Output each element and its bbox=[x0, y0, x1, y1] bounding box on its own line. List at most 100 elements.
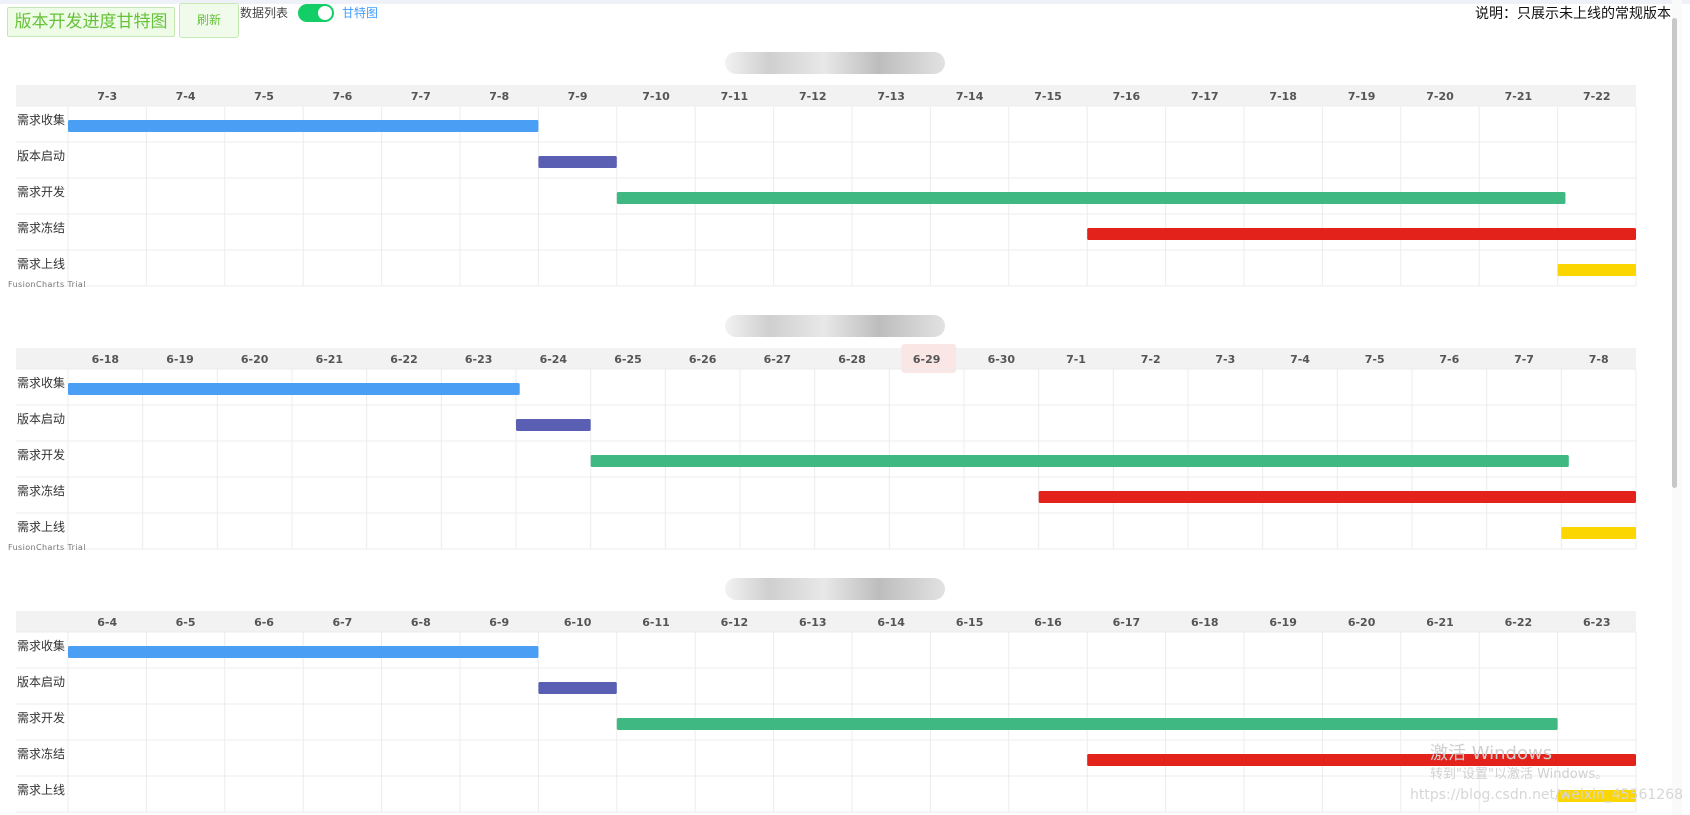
gantt-chart-3-svg: 6-4 6-5 6-6 6-7 6-8 6-9 6-10 6-11 6-12 6-13 6-14 6-… bbox=[16, 611, 1637, 813]
date-tick-label: 6-18 bbox=[1191, 616, 1219, 629]
date-tick-label: 7-17 bbox=[1191, 90, 1219, 103]
date-tick-label: 6-4 bbox=[97, 616, 117, 629]
task-label: 需求开发 bbox=[17, 184, 65, 199]
date-tick-label: 6-24 bbox=[540, 353, 568, 366]
gantt-chart-1-svg: 7-3 7-4 7-5 7-6 7-7 7-8 7-9 7-10 7-11 7-12 7-13 7-1… bbox=[16, 85, 1637, 287]
task-bar bbox=[616, 718, 1558, 730]
task-bar bbox=[1038, 491, 1636, 503]
date-tick-label: 6-23 bbox=[1583, 616, 1611, 629]
task-bar bbox=[68, 120, 539, 132]
trial-watermark: FusionCharts Trial bbox=[8, 543, 86, 552]
date-tick-label: 7-8 bbox=[1589, 353, 1609, 366]
toggle-knob bbox=[318, 6, 332, 20]
date-tick-label: 6-23 bbox=[465, 353, 493, 366]
date-tick-label: 6-26 bbox=[689, 353, 717, 366]
date-tick-label: 6-14 bbox=[877, 616, 905, 629]
date-tick-label: 6-22 bbox=[390, 353, 418, 366]
date-tick-label: 7-3 bbox=[1215, 353, 1235, 366]
date-tick-label: 6-12 bbox=[721, 616, 749, 629]
date-tick-label: 7-1 bbox=[1066, 353, 1086, 366]
date-tick-label: 7-8 bbox=[489, 90, 509, 103]
date-tick-label: 6-10 bbox=[564, 616, 592, 629]
date-tick-label: 6-30 bbox=[988, 353, 1016, 366]
task-label: 需求冻结 bbox=[17, 220, 65, 235]
task-bar bbox=[1557, 264, 1636, 276]
task-bar bbox=[538, 682, 617, 694]
date-tick-label: 7-3 bbox=[97, 90, 117, 103]
date-tick-label: 7-7 bbox=[1514, 353, 1534, 366]
task-label: 需求收集 bbox=[17, 375, 65, 390]
task-label: 需求冻结 bbox=[17, 746, 65, 761]
date-tick-label: 6-6 bbox=[254, 616, 274, 629]
date-tick-label: 7-20 bbox=[1426, 90, 1454, 103]
source-url-watermark: https://blog.csdn.net/weixin_45561268 bbox=[1410, 787, 1684, 803]
task-label: 需求冻结 bbox=[17, 483, 65, 498]
gantt-chart-3: 6-4 6-5 6-6 6-7 6-8 6-9 6-10 6-11 6-12 6-13 6-14 6-… bbox=[0, 568, 1672, 815]
task-bar bbox=[538, 156, 617, 168]
gantt-view-label: 甘特图 bbox=[342, 6, 379, 20]
view-toggle-switch[interactable] bbox=[298, 4, 334, 22]
task-label: 版本启动 bbox=[17, 675, 65, 689]
gantt-chart-2: 6-18 6-19 6-20 6-21 6-22 6-23 6-24 6-25 6-26 6-27… bbox=[0, 305, 1672, 575]
date-tick-label: 6-18 bbox=[92, 353, 120, 366]
date-tick-label: 6-16 bbox=[1034, 616, 1062, 629]
task-bar bbox=[68, 383, 520, 395]
task-bar bbox=[590, 455, 1569, 467]
date-tick-label: 6-20 bbox=[1348, 616, 1376, 629]
task-label: 需求开发 bbox=[17, 710, 65, 725]
date-tick-label: 7-14 bbox=[956, 90, 984, 103]
date-tick-label: 6-27 bbox=[764, 353, 792, 366]
gantt-chart-1: 7-3 7-4 7-5 7-6 7-7 7-8 7-9 7-10 7-11 7-12 7-13 7-1… bbox=[0, 42, 1672, 312]
date-tick-label: 6-21 bbox=[1426, 616, 1454, 629]
date-tick-label: 7-7 bbox=[411, 90, 431, 103]
data-list-label: 数据列表 bbox=[240, 6, 289, 20]
date-tick-label: 6-15 bbox=[956, 616, 984, 629]
date-tick-label: 6-19 bbox=[1269, 616, 1297, 629]
date-tick-label: 6-29 bbox=[913, 353, 941, 366]
date-tick-label: 6-7 bbox=[332, 616, 352, 629]
date-tick-label: 7-11 bbox=[721, 90, 749, 103]
date-tick-label: 7-5 bbox=[254, 90, 274, 103]
date-tick-label: 6-25 bbox=[614, 353, 642, 366]
page-title: 版本开发进度甘特图 bbox=[7, 7, 175, 37]
date-tick-label: 7-19 bbox=[1348, 90, 1376, 103]
windows-activation-hint: 转到"设置"以激活 Windows。 bbox=[1430, 767, 1609, 782]
date-tick-label: 6-13 bbox=[799, 616, 827, 629]
date-tick-label: 6-17 bbox=[1113, 616, 1141, 629]
date-tick-label: 6-9 bbox=[489, 616, 509, 629]
date-tick-label: 7-18 bbox=[1269, 90, 1297, 103]
task-label: 需求收集 bbox=[17, 638, 65, 653]
task-label: 需求上线 bbox=[17, 257, 65, 271]
task-label: 需求开发 bbox=[17, 447, 65, 462]
date-tick-label: 6-5 bbox=[176, 616, 196, 629]
date-tick-label: 6-11 bbox=[642, 616, 670, 629]
task-bar bbox=[616, 192, 1566, 204]
date-tick-label: 7-4 bbox=[1290, 353, 1310, 366]
task-label: 版本启动 bbox=[17, 412, 65, 426]
date-tick-label: 7-2 bbox=[1141, 353, 1161, 366]
vertical-scrollbar-thumb[interactable] bbox=[1672, 18, 1677, 488]
date-tick-label: 7-13 bbox=[877, 90, 905, 103]
refresh-button[interactable]: 刷新 bbox=[179, 3, 239, 38]
date-tick-label: 6-28 bbox=[838, 353, 866, 366]
date-tick-label: 6-21 bbox=[316, 353, 344, 366]
task-label: 需求上线 bbox=[17, 520, 65, 534]
trial-watermark: FusionCharts Trial bbox=[8, 280, 86, 289]
date-tick-label: 7-6 bbox=[332, 90, 352, 103]
date-tick-label: 7-22 bbox=[1583, 90, 1611, 103]
top-strip bbox=[0, 0, 1690, 4]
date-tick-label: 6-19 bbox=[166, 353, 194, 366]
date-tick-label: 6-22 bbox=[1505, 616, 1533, 629]
date-tick-label: 7-16 bbox=[1113, 90, 1141, 103]
task-label: 需求上线 bbox=[17, 783, 65, 797]
date-tick-label: 6-20 bbox=[241, 353, 269, 366]
task-label: 需求收集 bbox=[17, 112, 65, 127]
description-note: 说明：只展示未上线的常规版本 bbox=[1475, 6, 1671, 22]
date-tick-label: 7-12 bbox=[799, 90, 827, 103]
gantt-chart-2-svg: 6-18 6-19 6-20 6-21 6-22 6-23 6-24 6-25 6-26 6-27… bbox=[16, 344, 1637, 550]
windows-activation-watermark: 激活 Windows bbox=[1430, 743, 1553, 764]
date-tick-label: 7-9 bbox=[568, 90, 588, 103]
date-tick-label: 7-15 bbox=[1034, 90, 1062, 103]
date-tick-label: 7-4 bbox=[176, 90, 196, 103]
date-tick-label: 6-8 bbox=[411, 616, 431, 629]
